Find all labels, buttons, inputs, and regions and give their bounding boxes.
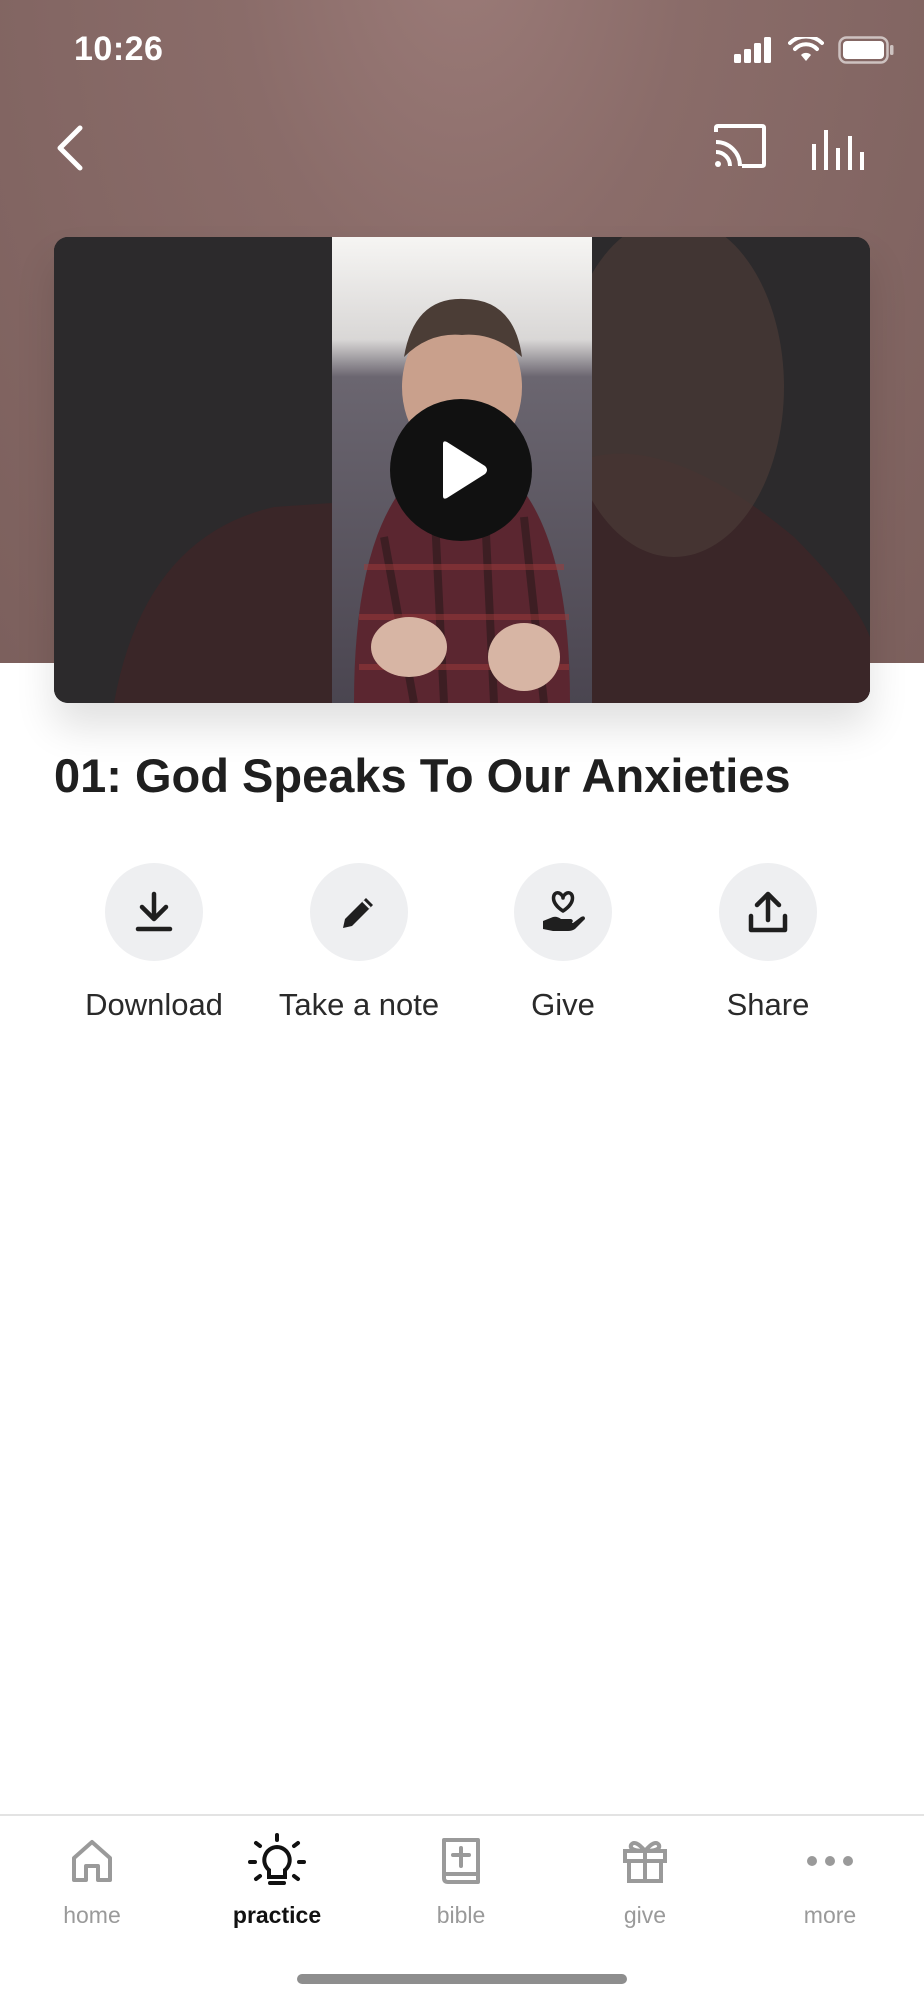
take-note-button[interactable]: Take a note (259, 863, 459, 1023)
download-label: Download (85, 987, 223, 1022)
video-title: 01: God Speaks To Our Anxieties (54, 749, 791, 802)
battery-icon (838, 36, 894, 64)
action-row: Download Take a note Give Share (54, 863, 870, 1023)
tab-home[interactable]: home (12, 1830, 172, 1929)
home-icon (72, 1840, 112, 1882)
home-indicator (297, 1974, 627, 1984)
give-button[interactable]: Give (463, 863, 663, 1023)
share-button[interactable]: Share (668, 863, 868, 1023)
status-bar: 10:26 (0, 0, 924, 100)
audio-levels-icon[interactable] (808, 122, 868, 172)
share-label: Share (726, 987, 810, 1022)
tab-practice[interactable]: practice (197, 1830, 357, 1929)
cast-icon[interactable] (712, 122, 768, 172)
top-nav (0, 100, 924, 200)
give-label: Give (531, 987, 595, 1022)
tab-more[interactable]: more (750, 1830, 910, 1929)
status-time: 10:26 (74, 30, 164, 68)
take-note-label: Take a note (278, 987, 440, 1022)
more-icon (807, 1856, 853, 1866)
hand-heart-icon (543, 891, 585, 931)
wifi-icon (788, 37, 824, 61)
tab-give[interactable]: give (565, 1830, 725, 1929)
back-icon[interactable] (48, 120, 98, 176)
tab-practice-label: practice (232, 1902, 322, 1928)
share-icon (748, 891, 788, 933)
tab-bible-label: bible (436, 1902, 486, 1928)
tab-bible[interactable]: bible (381, 1830, 541, 1929)
lightbulb-icon (248, 1833, 306, 1885)
tab-give-label: give (623, 1902, 667, 1928)
play-icon (443, 441, 487, 499)
pencil-icon (343, 898, 373, 928)
tab-home-label: home (63, 1902, 121, 1928)
play-button[interactable] (390, 399, 532, 541)
download-icon (135, 891, 173, 932)
video-player[interactable] (54, 237, 870, 703)
signal-icon (734, 37, 771, 63)
download-button[interactable]: Download (54, 863, 254, 1023)
bible-icon (442, 1838, 480, 1884)
tab-more-label: more (803, 1902, 857, 1928)
gift-icon (623, 1841, 667, 1883)
